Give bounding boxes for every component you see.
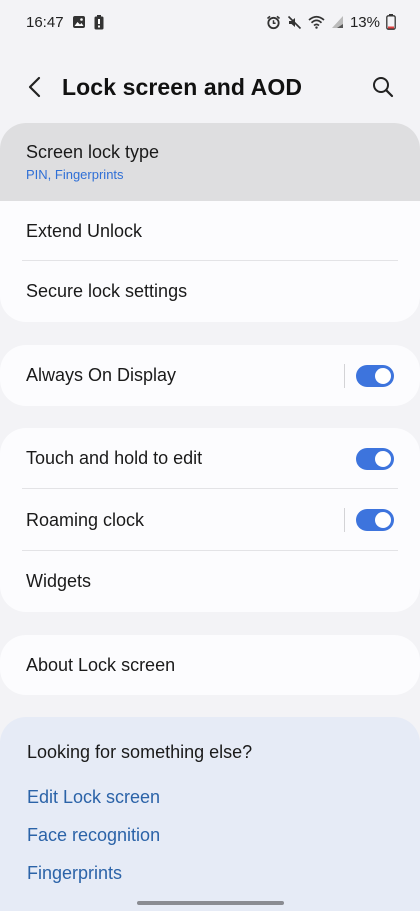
- edit-lock-screen-link[interactable]: Edit Lock screen: [27, 787, 160, 808]
- back-button[interactable]: [20, 73, 50, 105]
- battery-percent: 13%: [349, 13, 380, 31]
- toggle-knob: [375, 450, 391, 467]
- always-on-display-label: Always On Display: [26, 365, 177, 385]
- widgets-label: Widgets: [26, 571, 92, 591]
- wifi-icon: [308, 15, 325, 29]
- roaming-clock-item[interactable]: Roaming clock: [0, 489, 420, 551]
- status-bar: 16:47 13%: [0, 0, 420, 44]
- roaming-clock-label: Roaming clock: [26, 509, 145, 530]
- app-header: Lock screen and AOD: [0, 62, 420, 116]
- touch-and-hold-label: Touch and hold to edit: [26, 448, 203, 468]
- clock-settings-card: Touch and hold to edit Roaming clock Wid…: [0, 428, 420, 612]
- screen-lock-type-value: PIN, Fingerprints: [26, 167, 124, 182]
- battery-icon: [386, 14, 396, 30]
- toggle-knob: [375, 367, 391, 384]
- alarm-icon: [266, 15, 281, 30]
- status-right: 13%: [266, 14, 396, 31]
- secure-lock-settings-item[interactable]: Secure lock settings: [0, 261, 420, 322]
- about-lock-screen-label: About Lock screen: [26, 654, 176, 675]
- secure-lock-settings-label: Secure lock settings: [26, 281, 188, 301]
- screen-lock-type-label: Screen lock type: [26, 142, 160, 162]
- back-arrow-icon: [27, 76, 43, 103]
- extend-unlock-item[interactable]: Extend Unlock: [0, 201, 420, 261]
- fingerprints-link[interactable]: Fingerprints: [27, 863, 122, 884]
- toggle-separator: [344, 508, 345, 532]
- status-time: 16:47: [26, 13, 64, 31]
- toggle-separator: [344, 363, 345, 388]
- toggle-knob: [375, 512, 391, 528]
- screen-lock-type-item[interactable]: Screen lock type PIN, Fingerprints: [0, 123, 420, 201]
- suggestions-card: Looking for something else? Edit Lock sc…: [0, 717, 420, 911]
- suggestions-title: Looking for something else?: [27, 742, 253, 762]
- home-indicator[interactable]: [137, 901, 284, 905]
- always-on-display-toggle[interactable]: [356, 364, 394, 387]
- widgets-item[interactable]: Widgets: [0, 551, 420, 612]
- touch-and-hold-toggle[interactable]: [356, 447, 394, 470]
- page-title: Lock screen and AOD: [62, 74, 303, 100]
- search-button[interactable]: [368, 74, 398, 104]
- lock-settings-card: Screen lock type PIN, Fingerprints Exten…: [0, 123, 420, 322]
- search-icon: [372, 76, 394, 103]
- signal-icon: [331, 15, 344, 29]
- battery-saver-icon: [94, 14, 104, 30]
- status-left: 16:47: [26, 14, 104, 31]
- face-recognition-link[interactable]: Face recognition: [27, 825, 160, 846]
- roaming-clock-toggle[interactable]: [356, 509, 394, 531]
- about-lock-screen-item[interactable]: About Lock screen: [0, 635, 420, 695]
- image-icon: [72, 15, 86, 29]
- touch-and-hold-item[interactable]: Touch and hold to edit: [0, 428, 420, 489]
- about-card: About Lock screen: [0, 635, 420, 695]
- mute-icon: [287, 15, 302, 30]
- always-on-display-item[interactable]: Always On Display: [0, 345, 420, 406]
- extend-unlock-label: Extend Unlock: [26, 220, 143, 241]
- aod-card: Always On Display: [0, 345, 420, 406]
